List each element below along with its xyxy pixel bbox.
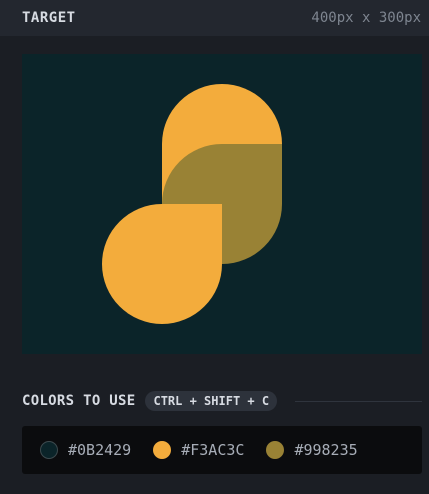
target-header: TARGET 400px x 300px xyxy=(0,0,429,36)
target-image xyxy=(22,54,422,354)
copy-colors-shortcut[interactable]: CTRL + SHIFT + C xyxy=(145,391,278,411)
colors-label: COLORS TO USE xyxy=(22,393,136,409)
color-hex: #F3AC3C xyxy=(181,441,245,459)
color-swatch-1[interactable]: #F3AC3C xyxy=(153,441,244,459)
color-hex: #998235 xyxy=(294,441,358,459)
color-hex: #0B2429 xyxy=(68,441,132,459)
color-swatch-2[interactable]: #998235 xyxy=(266,441,358,459)
target-canvas xyxy=(22,54,422,354)
target-title: TARGET xyxy=(22,10,76,26)
target-panel: TARGET 400px x 300px COLORS TO USE CTRL … xyxy=(0,0,429,494)
bottom-left-drop xyxy=(102,204,222,324)
color-swatch-0[interactable]: #0B2429 xyxy=(40,441,131,459)
divider xyxy=(295,400,422,402)
color-dot xyxy=(40,441,58,459)
color-dot xyxy=(266,441,285,459)
target-size: 400px x 300px xyxy=(311,10,421,26)
color-dot xyxy=(153,441,172,459)
color-swatches: #0B2429 #F3AC3C #998235 xyxy=(22,426,422,474)
colors-header: COLORS TO USE CTRL + SHIFT + C xyxy=(22,389,422,413)
